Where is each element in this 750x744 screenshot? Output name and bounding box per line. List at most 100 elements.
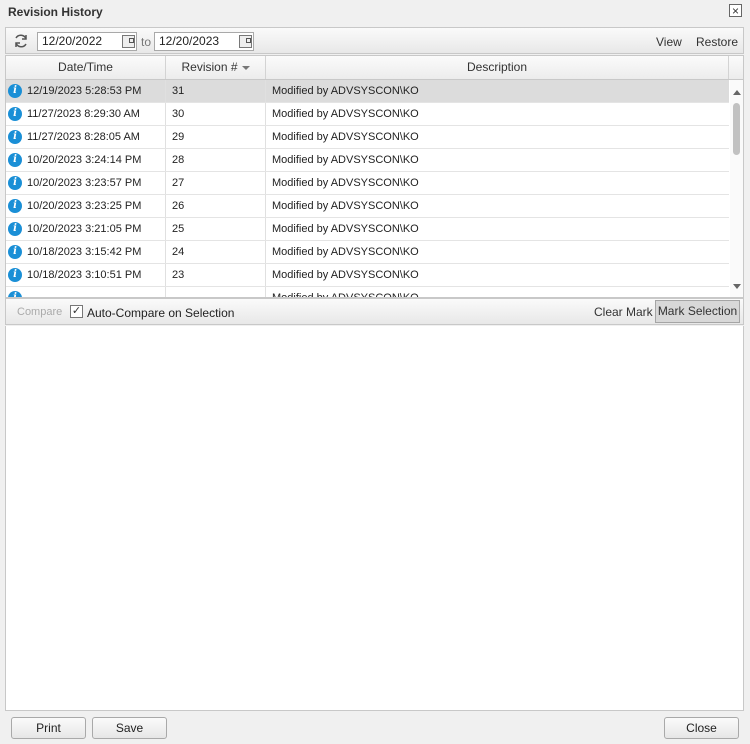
cell-revision: 25 xyxy=(172,223,185,235)
cell-divider xyxy=(165,218,166,240)
close-button[interactable]: Close xyxy=(664,717,739,739)
mark-selection-button[interactable]: Mark Selection xyxy=(655,300,740,323)
info-icon: i xyxy=(8,107,22,121)
cell-divider xyxy=(265,287,266,297)
cell-divider xyxy=(265,149,266,171)
info-icon: i xyxy=(8,176,22,190)
cell-divider xyxy=(265,103,266,125)
date-from-value: 12/20/2022 xyxy=(42,34,103,48)
table-row[interactable]: i 10/20/2023 3:21:05 PM 25 Modified by ADVS… xyxy=(6,218,729,241)
info-icon: i xyxy=(8,84,22,98)
auto-compare-label: Auto-Compare on Selection xyxy=(87,306,235,320)
cell-datetime: 11/27/2023 8:28:05 AM xyxy=(27,131,140,143)
date-filter-toolbar: 12/20/2022 to 12/20/2023 View Restore xyxy=(5,27,744,54)
info-icon: i xyxy=(8,153,22,167)
grid-header: Date/Time Revision # Description xyxy=(6,56,743,80)
table-row[interactable]: i 10/18/2023 3:10:51 PM 23 Modified by ADVS… xyxy=(6,264,729,287)
auto-compare-checkbox[interactable]: ✓ xyxy=(70,305,83,318)
calendar-icon[interactable] xyxy=(239,35,252,48)
compare-result-pane xyxy=(5,326,744,711)
cell-revision: 24 xyxy=(172,246,185,258)
cell-description: Modified by ADVSYSCON\KO xyxy=(272,108,419,120)
column-label: Description xyxy=(466,60,528,74)
table-row[interactable]: i 10/20/2023 3:23:57 PM 27 Modified by ADVS… xyxy=(6,172,729,195)
scroll-down-icon[interactable] xyxy=(733,284,741,289)
info-icon: i xyxy=(8,222,22,236)
cell-description: Modified by ADVSYSCON\KO xyxy=(272,223,419,235)
cell-revision: 26 xyxy=(172,200,185,212)
column-header-datetime[interactable]: Date/Time xyxy=(6,56,166,79)
cell-description: Modified by ADVSYSCON\KO xyxy=(272,292,419,298)
cell-datetime: 10/18/2023 3:15:42 PM xyxy=(27,246,142,258)
cell-revision: 28 xyxy=(172,154,185,166)
cell-revision: 29 xyxy=(172,131,185,143)
cell-divider xyxy=(265,241,266,263)
table-row[interactable]: i Modified by ADVSYSCON\KO xyxy=(6,287,729,298)
refresh-icon[interactable] xyxy=(13,33,29,49)
cell-divider xyxy=(165,103,166,125)
cell-divider xyxy=(265,218,266,240)
cell-description: Modified by ADVSYSCON\KO xyxy=(272,177,419,189)
restore-button[interactable]: Restore xyxy=(696,35,738,49)
date-from-input[interactable]: 12/20/2022 xyxy=(37,32,137,51)
window-title: Revision History xyxy=(8,5,103,19)
column-header-description[interactable]: Description xyxy=(266,56,729,79)
cell-divider xyxy=(165,126,166,148)
table-row[interactable]: i 11/27/2023 8:28:05 AM 29 Modified by ADVS… xyxy=(6,126,729,149)
calendar-icon[interactable] xyxy=(122,35,135,48)
close-icon[interactable]: × xyxy=(729,4,742,17)
cell-description: Modified by ADVSYSCON\KO xyxy=(272,154,419,166)
cell-datetime: 10/20/2023 3:21:05 PM xyxy=(27,223,142,235)
save-button[interactable]: Save xyxy=(92,717,167,739)
cell-description: Modified by ADVSYSCON\KO xyxy=(272,200,419,212)
cell-divider xyxy=(265,172,266,194)
table-row[interactable]: i 10/18/2023 3:15:42 PM 24 Modified by ADVS… xyxy=(6,241,729,264)
clear-mark-button[interactable]: Clear Mark xyxy=(594,305,653,319)
cell-revision: 27 xyxy=(172,177,185,189)
cell-description: Modified by ADVSYSCON\KO xyxy=(272,131,419,143)
cell-datetime: 12/19/2023 5:28:53 PM xyxy=(27,85,142,97)
scroll-thumb[interactable] xyxy=(733,103,740,155)
info-icon: i xyxy=(8,268,22,282)
table-row[interactable]: i 11/27/2023 8:29:30 AM 30 Modified by ADVS… xyxy=(6,103,729,126)
view-button[interactable]: View xyxy=(656,35,682,49)
print-button[interactable]: Print xyxy=(11,717,86,739)
table-row[interactable]: i 12/19/2023 5:28:53 PM 31 Modified by ADVS… xyxy=(6,80,729,103)
cell-revision: 31 xyxy=(172,85,185,97)
cell-divider xyxy=(165,80,166,102)
cell-divider xyxy=(165,195,166,217)
sort-descending-icon xyxy=(241,65,250,70)
cell-divider xyxy=(165,287,166,297)
date-to-value: 12/20/2023 xyxy=(159,34,220,48)
cell-divider xyxy=(265,264,266,286)
cell-datetime: 10/20/2023 3:23:25 PM xyxy=(27,200,142,212)
scroll-up-icon[interactable] xyxy=(733,90,741,95)
column-label: Date/Time xyxy=(58,60,113,74)
table-row[interactable]: i 10/20/2023 3:23:25 PM 26 Modified by ADVS… xyxy=(6,195,729,218)
cell-divider xyxy=(265,126,266,148)
cell-datetime: 11/27/2023 8:29:30 AM xyxy=(27,108,140,120)
cell-description: Modified by ADVSYSCON\KO xyxy=(272,85,419,97)
cell-revision: 30 xyxy=(172,108,185,120)
column-header-revision[interactable]: Revision # xyxy=(166,56,266,79)
cell-description: Modified by ADVSYSCON\KO xyxy=(272,246,419,258)
to-label: to xyxy=(141,35,152,49)
compare-button[interactable]: Compare xyxy=(17,306,62,318)
cell-divider xyxy=(165,241,166,263)
date-to-input[interactable]: 12/20/2023 xyxy=(154,32,254,51)
compare-toolbar: Compare ✓ Auto-Compare on Selection Clea… xyxy=(5,298,744,325)
info-icon: i xyxy=(8,291,22,297)
cell-revision: 23 xyxy=(172,269,185,281)
revision-grid: Date/Time Revision # Description i 12/19/… xyxy=(5,55,744,298)
info-icon: i xyxy=(8,199,22,213)
info-icon: i xyxy=(8,245,22,259)
cell-datetime: 10/20/2023 3:23:57 PM xyxy=(27,177,142,189)
table-row[interactable]: i 10/20/2023 3:24:14 PM 28 Modified by ADVS… xyxy=(6,149,729,172)
vertical-scrollbar[interactable] xyxy=(730,80,743,297)
cell-divider xyxy=(165,149,166,171)
cell-divider xyxy=(165,172,166,194)
cell-divider xyxy=(165,264,166,286)
cell-divider xyxy=(265,195,266,217)
info-icon: i xyxy=(8,130,22,144)
cell-divider xyxy=(265,80,266,102)
